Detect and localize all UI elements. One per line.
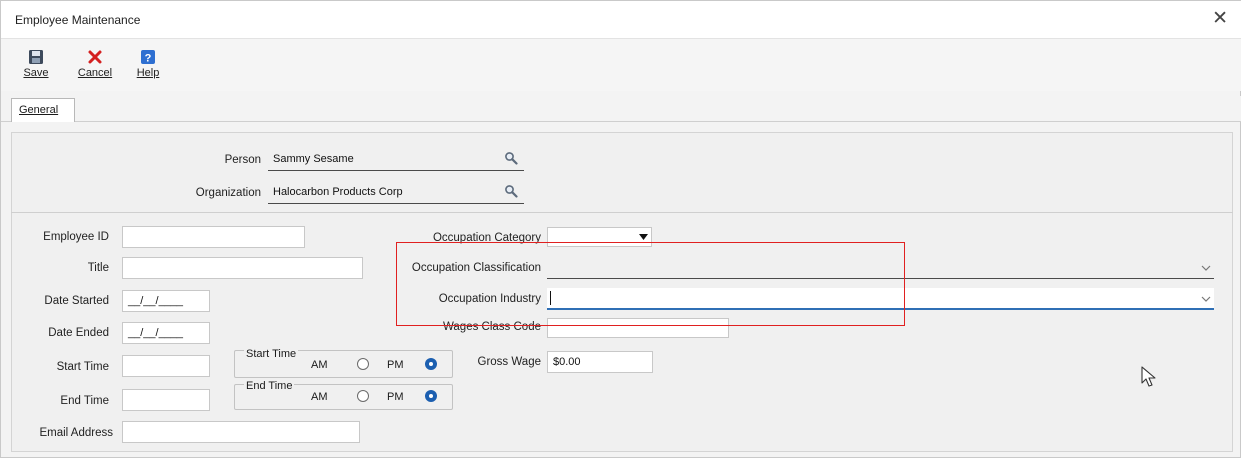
text-caret: [550, 291, 551, 305]
end-time-label: End Time: [60, 395, 109, 407]
organization-field[interactable]: Halocarbon Products Corp: [268, 182, 524, 204]
occupation-category-dropdown-arrow-icon[interactable]: [639, 234, 648, 240]
start-time-field[interactable]: [122, 355, 210, 377]
organization-label: Organization: [195, 187, 261, 199]
employee-id-label: Employee ID: [43, 231, 109, 243]
person-field[interactable]: Sammy Sesame: [268, 149, 524, 171]
save-disk-icon: [29, 50, 43, 64]
tab-general[interactable]: General: [11, 98, 75, 122]
mouse-pointer-icon: [1141, 366, 1156, 387]
section-divider: [11, 212, 1233, 213]
employee-id-field[interactable]: [122, 226, 305, 248]
tab-strip: [1, 96, 1241, 122]
save-label: Save: [23, 67, 49, 79]
date-started-label: Date Started: [44, 295, 109, 307]
start-time-pm-radio[interactable]: [425, 358, 437, 370]
wages-class-code-field[interactable]: [547, 318, 729, 338]
window-title: Employee Maintenance: [15, 13, 141, 27]
end-time-am-label: AM: [311, 391, 328, 403]
end-time-pm-label: PM: [387, 391, 404, 403]
start-time-am-label: AM: [311, 359, 328, 371]
help-button[interactable]: ? Help: [135, 49, 161, 87]
toolbar: [1, 39, 1241, 91]
email-address-label: Email Address: [39, 427, 113, 439]
title-field[interactable]: [122, 257, 363, 279]
start-time-group-caption: Start Time: [244, 348, 299, 360]
save-button[interactable]: Save: [23, 49, 49, 87]
help-label: Help: [136, 67, 160, 79]
occupation-classification-chevron-down-icon[interactable]: [1201, 265, 1211, 271]
gross-wage-field[interactable]: $0.00: [547, 351, 653, 373]
start-time-label: Start Time: [56, 361, 109, 373]
red-x-icon: [88, 50, 102, 64]
occupation-category-label: Occupation Category: [432, 232, 541, 244]
occupation-industry-label: Occupation Industry: [438, 293, 541, 305]
employee-maintenance-window: Employee Maintenance ✕ Save Cancel ? Hel…: [0, 0, 1241, 458]
occupation-industry-chevron-down-icon[interactable]: [1201, 296, 1211, 302]
svg-text:?: ?: [145, 53, 152, 65]
person-label: Person: [224, 154, 261, 166]
occupation-classification-label: Occupation Classification: [411, 262, 541, 274]
close-icon[interactable]: ✕: [1212, 8, 1228, 28]
date-ended-label: Date Ended: [48, 327, 109, 339]
date-ended-field[interactable]: __/__/____: [122, 322, 210, 344]
occupation-classification-dropdown[interactable]: [547, 257, 1214, 279]
person-lookup-magnifier-icon[interactable]: [504, 151, 518, 165]
end-time-field[interactable]: [122, 389, 210, 411]
organization-lookup-magnifier-icon[interactable]: [504, 184, 518, 198]
cancel-button[interactable]: Cancel: [75, 49, 115, 87]
occupation-industry-dropdown[interactable]: [547, 288, 1214, 310]
end-time-group-caption: End Time: [244, 380, 295, 392]
date-started-field[interactable]: __/__/____: [122, 290, 210, 312]
gross-wage-label: Gross Wage: [477, 356, 541, 368]
start-time-pm-label: PM: [387, 359, 404, 371]
title-bar: [1, 1, 1241, 39]
occupation-category-dropdown[interactable]: [547, 227, 652, 247]
cancel-label: Cancel: [77, 67, 113, 79]
end-time-pm-radio[interactable]: [425, 390, 437, 402]
help-question-icon: ?: [141, 50, 155, 65]
wages-class-code-label: Wages Class Code: [442, 321, 541, 333]
email-address-field[interactable]: [122, 421, 360, 443]
title-label: Title: [87, 262, 109, 274]
start-time-am-radio[interactable]: [357, 358, 369, 370]
end-time-am-radio[interactable]: [357, 390, 369, 402]
